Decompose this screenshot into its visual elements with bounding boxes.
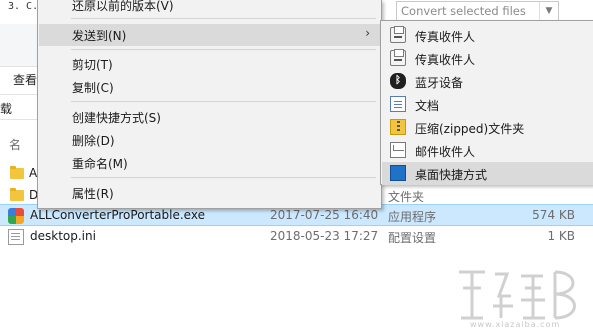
submenu-item-label: 文档 <box>415 99 440 113</box>
submenu-item-label: 传真收件人 <box>415 53 476 67</box>
desktop-icon <box>390 165 406 181</box>
submenu-item-zip[interactable]: 压缩(zipped)文件夹 <box>382 116 593 139</box>
folder-name-fragment[interactable]: A <box>29 166 37 180</box>
document-icon <box>390 96 406 112</box>
menu-item-label: 创建快捷方式(S) <box>72 111 161 125</box>
menu-item-create-shortcut[interactable]: 创建快捷方式(S) <box>39 106 380 128</box>
fax-icon <box>390 26 406 43</box>
path-fragment: 3. C. <box>8 1 39 12</box>
file-name: desktop.ini <box>30 229 96 243</box>
file-type: 配置设置 <box>388 231 437 245</box>
watermark-url: www.xiazaiba.com <box>470 320 561 329</box>
file-date: 2017-07-25 16:40 <box>270 208 379 222</box>
menu-item-label: 还原以前的版本(V) <box>72 0 174 13</box>
menu-item-label: 剪切(T) <box>72 58 113 72</box>
menu-divider <box>71 101 376 102</box>
folder-icon <box>10 166 24 179</box>
send-to-submenu: 传真收件人 传真收件人 ᛒ 蓝牙设备 文档 压缩(zipped)文件夹 邮件收件… <box>380 20 593 185</box>
submenu-item-mail[interactable]: 邮件收件人 <box>382 139 593 162</box>
convert-select-dropdown[interactable]: Convert selected files ▼ <box>396 1 559 21</box>
chevron-down-icon[interactable]: ▼ <box>539 2 558 20</box>
watermark-logo <box>459 270 576 320</box>
menu-item-send-to[interactable]: 发送到(N) › <box>39 24 380 46</box>
submenu-item-fax-recipient[interactable]: 传真收件人 <box>382 47 593 70</box>
submenu-item-label: 邮件收件人 <box>415 145 476 159</box>
file-date: 2018-05-23 17:27 <box>270 229 379 243</box>
submenu-item-label: 蓝牙设备 <box>415 76 464 90</box>
menu-item-restore-previous[interactable]: 还原以前的版本(V) <box>39 0 380 16</box>
menu-item-cut[interactable]: 剪切(T) <box>39 53 380 75</box>
menu-divider <box>71 49 376 50</box>
bluetooth-icon: ᛒ <box>390 73 406 89</box>
menu-divider <box>71 18 376 19</box>
address-fragment: 载 <box>0 102 13 116</box>
menu-divider <box>71 177 376 178</box>
menu-item-label: 复制(C) <box>72 81 114 95</box>
menu-item-label: 发送到(N) <box>72 29 127 43</box>
file-size: 1 KB <box>547 229 575 243</box>
submenu-item-label: 传真收件人 <box>415 30 476 44</box>
menu-item-label: 删除(D) <box>72 134 115 148</box>
zip-folder-icon <box>390 119 406 135</box>
submenu-item-documents[interactable]: 文档 <box>382 93 593 116</box>
file-name: ALLConverterProPortable.exe <box>30 208 205 222</box>
mail-icon <box>390 142 406 158</box>
settings-file-icon <box>8 229 24 245</box>
column-header-name[interactable]: 名 <box>9 136 21 153</box>
fax-icon <box>390 49 406 66</box>
folder-type-fragment: 文件夹 <box>388 190 425 204</box>
table-row[interactable]: desktop.ini 2018-05-23 17:27 配置设置 1 KB <box>0 226 593 248</box>
menu-item-label: 重命名(M) <box>72 157 128 171</box>
menu-item-delete[interactable]: 删除(D) <box>39 129 380 151</box>
menu-item-properties[interactable]: 属性(R) <box>39 182 380 204</box>
file-size: 574 KB <box>532 208 575 222</box>
submenu-item-fax-recipient[interactable]: 传真收件人 <box>382 24 593 47</box>
application-icon <box>8 208 24 224</box>
context-menu: 还原以前的版本(V) 发送到(N) › 剪切(T) 复制(C) 创建快捷方式(S… <box>37 0 382 209</box>
menu-item-rename[interactable]: 重命名(M) <box>39 152 380 174</box>
menu-item-label: 属性(R) <box>72 187 114 201</box>
convert-select-value: Convert selected files <box>401 4 526 18</box>
ribbon-tab-view[interactable]: 查看 <box>13 71 37 88</box>
submenu-item-label: 压缩(zipped)文件夹 <box>415 122 525 136</box>
submenu-item-desktop-shortcut[interactable]: 桌面快捷方式 <box>382 162 593 185</box>
folder-icon <box>10 188 24 201</box>
chevron-right-icon: › <box>365 26 370 40</box>
submenu-item-label: 桌面快捷方式 <box>415 168 488 182</box>
submenu-item-bluetooth[interactable]: ᛒ 蓝牙设备 <box>382 70 593 93</box>
file-type: 应用程序 <box>388 210 437 224</box>
menu-item-copy[interactable]: 复制(C) <box>39 76 380 98</box>
